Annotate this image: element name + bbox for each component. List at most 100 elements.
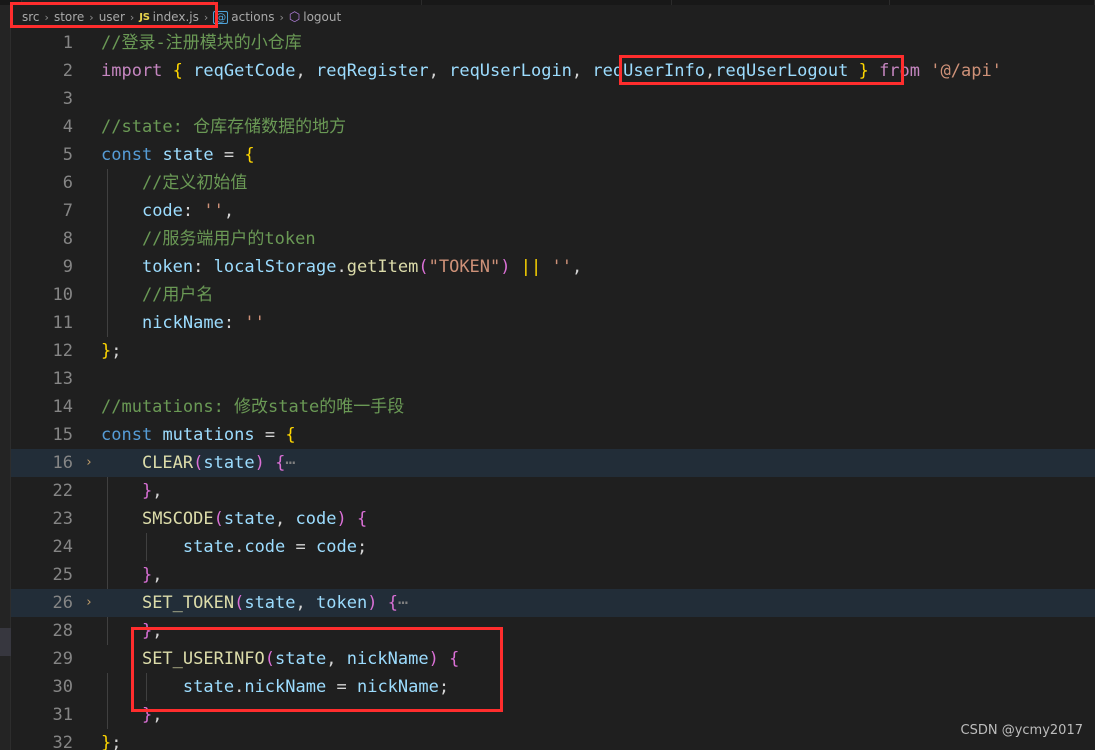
breadcrumb-item-store[interactable]: store: [54, 10, 84, 24]
breadcrumb-item-user[interactable]: user: [99, 10, 125, 24]
code-line-23[interactable]: 23 SMSCODE(state, code) {: [11, 505, 1095, 533]
code-token: from: [879, 61, 921, 81]
line-number: 5: [62, 145, 73, 165]
indent-guide: [107, 253, 108, 281]
code-editor[interactable]: 1 //登录-注册模块的小仓库 2 import { reqGetCode, reqR…: [11, 29, 1095, 750]
breadcrumb-item-src[interactable]: src: [22, 10, 40, 24]
code-line-6[interactable]: 6 //定义初始值: [11, 169, 1095, 197]
code-token: ;: [356, 537, 368, 557]
indent-guide: [107, 617, 108, 645]
symbol-method-icon: @: [213, 10, 229, 24]
breadcrumb-label: src: [22, 10, 40, 24]
code-token: ,: [295, 61, 317, 81]
code-line-4[interactable]: 4 //state: 仓库存储数据的地方: [11, 113, 1095, 141]
fold-chevron-icon[interactable]: ›: [79, 589, 99, 617]
code-text: },: [99, 477, 1095, 505]
line-number: 23: [52, 509, 73, 529]
code-token: SET_USERINFO: [141, 649, 265, 669]
code-line-5[interactable]: 5 const state = {: [11, 141, 1095, 169]
line-number: 31: [52, 705, 73, 725]
code-token: state: [182, 677, 235, 697]
breadcrumb-item-actions[interactable]: @ actions: [213, 10, 274, 24]
code-line-15[interactable]: 15 const mutations = {: [11, 421, 1095, 449]
code-line-7[interactable]: 7 code: '',: [11, 197, 1095, 225]
code-line-13[interactable]: 13: [11, 365, 1095, 393]
code-line-22[interactable]: 22 },: [11, 477, 1095, 505]
code-line-14[interactable]: 14 //mutations: 修改state的唯一手段: [11, 393, 1095, 421]
code-token: ,: [275, 509, 296, 529]
code-token: ||: [520, 257, 542, 277]
breadcrumb-item-index-js[interactable]: JS index.js: [139, 10, 199, 24]
code-line-12[interactable]: 12};: [11, 337, 1095, 365]
code-token: //mutations: 修改state的唯一手段: [101, 397, 405, 417]
code-token: {: [172, 61, 183, 81]
code-line-2[interactable]: 2 import { reqGetCode, reqRegister, reqUs…: [11, 57, 1095, 85]
breadcrumb-separator: ›: [203, 10, 209, 24]
code-token: ,: [152, 705, 163, 725]
overview-rail[interactable]: [0, 5, 11, 750]
breadcrumb-separator: ›: [89, 10, 94, 24]
code-line-26[interactable]: 26 › SET_TOKEN(state, token) {⋯: [11, 589, 1095, 617]
indent-guide: [107, 309, 108, 337]
code-line-28[interactable]: 28 },: [11, 617, 1095, 645]
line-number: 14: [52, 397, 73, 417]
code-line-11[interactable]: 11 nickName: '': [11, 309, 1095, 337]
code-line-16[interactable]: 16 › CLEAR(state) {⋯: [11, 449, 1095, 477]
code-token: localStorage: [213, 257, 337, 277]
code-token: ): [500, 257, 511, 277]
code-text: //定义初始值: [99, 169, 1095, 197]
code-token: "TOKEN": [428, 257, 501, 277]
code-token: SMSCODE: [141, 509, 214, 529]
code-text: nickName: '': [99, 309, 1095, 337]
code-token: code: [141, 201, 183, 221]
code-line-24[interactable]: 24 state.code = code;: [11, 533, 1095, 561]
code-token: //用户名: [101, 285, 214, 305]
code-line-32[interactable]: 32};: [11, 729, 1095, 750]
code-text: //mutations: 修改state的唯一手段: [99, 393, 1095, 421]
breadcrumb[interactable]: src › store › user › JS index.js › @ actions › ⬡ logo…: [11, 5, 1095, 29]
code-line-8[interactable]: 8 //服务端用户的token: [11, 225, 1095, 253]
code-token: state: [275, 649, 327, 669]
code-line-25[interactable]: 25 },: [11, 561, 1095, 589]
fold-chevron-icon[interactable]: ›: [79, 449, 99, 477]
code-line-10[interactable]: 10 //用户名: [11, 281, 1095, 309]
code-token: state: [182, 537, 235, 557]
breadcrumb-item-logout[interactable]: ⬡ logout: [289, 10, 341, 24]
code-line-9[interactable]: 9 token: localStorage.getItem("TOKEN") |…: [11, 253, 1095, 281]
breadcrumb-label: store: [53, 10, 85, 24]
code-line-30[interactable]: 30 state.nickName = nickName;: [11, 673, 1095, 701]
code-text: },: [99, 701, 1095, 729]
code-token: token: [316, 593, 368, 613]
code-token: state: [162, 145, 214, 165]
code-token: ;: [438, 677, 450, 697]
line-number: 8: [62, 229, 73, 249]
code-line-31[interactable]: 31 },: [11, 701, 1095, 729]
code-text: const state = {: [99, 141, 1095, 169]
code-token: ): [336, 509, 347, 529]
js-file-icon: JS: [139, 11, 150, 23]
code-token: }: [141, 621, 153, 641]
code-token: ,: [428, 61, 450, 81]
code-line-1[interactable]: 1 //登录-注册模块的小仓库: [11, 29, 1095, 57]
code-token: ,: [223, 201, 235, 221]
code-token: //state: 仓库存储数据的地方: [101, 117, 347, 137]
code-token: :: [193, 257, 214, 277]
code-token: reqUserInfo: [592, 61, 705, 81]
code-line-3[interactable]: 3: [11, 85, 1095, 113]
code-line-29[interactable]: 29 SET_USERINFO(state, nickName) {: [11, 645, 1095, 673]
code-lines: 1 //登录-注册模块的小仓库 2 import { reqGetCode, reqR…: [11, 29, 1095, 750]
code-token: {: [449, 649, 460, 669]
line-number: 29: [52, 649, 73, 669]
code-token: ;: [111, 733, 122, 750]
code-token: }: [141, 705, 153, 725]
code-token: state: [203, 453, 255, 473]
